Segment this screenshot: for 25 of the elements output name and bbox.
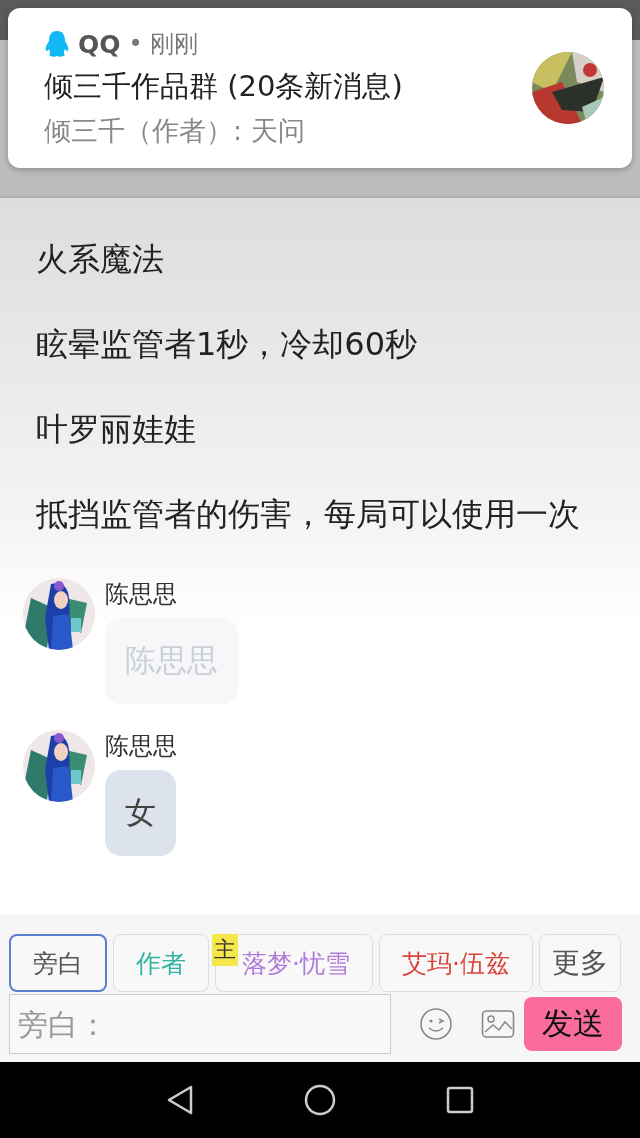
story-text: 抵挡监管者的伤害，每局可以使用一次	[35, 494, 581, 535]
home-icon[interactable]	[304, 1084, 336, 1116]
notification-time: • 刚刚	[128, 29, 199, 60]
owner-badge: 主	[212, 934, 238, 966]
send-button[interactable]: 发送	[524, 997, 622, 1051]
story-text: 叶罗丽娃娃	[35, 409, 197, 450]
role-tab[interactable]: 主 落梦·忧雪	[215, 934, 373, 992]
penguin-icon	[44, 30, 70, 58]
emoji-icon[interactable]	[419, 1007, 453, 1041]
role-tab[interactable]: 旁白	[9, 934, 107, 992]
more-button[interactable]: 更多	[538, 934, 621, 992]
message-bubble: 女	[105, 770, 176, 856]
message-input[interactable]: 旁白：	[9, 994, 391, 1054]
notification-title: 倾三千作品群 (20条新消息)	[44, 68, 404, 105]
notification-card[interactable]: QQ • 刚刚 倾三千作品群 (20条新消息) 倾三千（作者）: 天问	[8, 8, 632, 168]
app-name: QQ	[78, 29, 121, 59]
story-text: 火系魔法	[35, 239, 165, 280]
sender-name: 陈思思	[105, 731, 177, 762]
story-text: 眩晕监管者1秒，冷却60秒	[35, 324, 419, 365]
image-icon[interactable]	[481, 1009, 515, 1039]
back-icon[interactable]	[166, 1084, 194, 1116]
recents-icon[interactable]	[446, 1086, 474, 1114]
sender-name: 陈思思	[105, 579, 177, 610]
role-tab[interactable]: 艾玛·伍兹	[378, 934, 533, 992]
notification-preview: 倾三千（作者）: 天问	[44, 114, 306, 148]
